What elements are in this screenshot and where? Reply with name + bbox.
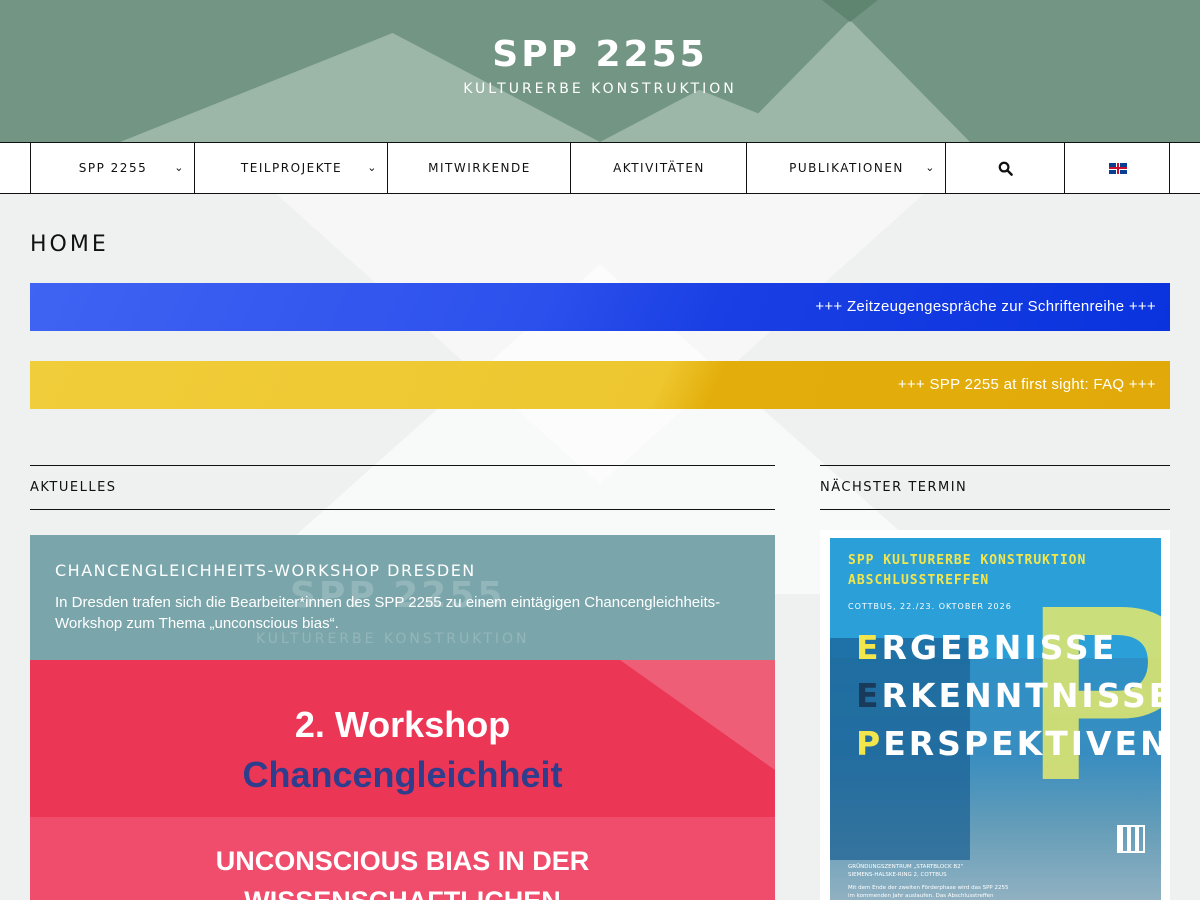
banner-text: +++ Zeitzeugengespräche zur Schriftenrei… <box>815 298 1156 315</box>
section-heading-naechster-termin: NÄCHSTER TERMIN <box>820 465 1170 510</box>
poster-date: COTTBUS, 22./23. OKTOBER 2026 <box>848 602 1012 611</box>
nav-label: PUBLIKATIONEN <box>789 161 904 175</box>
poster-word: ERGEBNISSE <box>856 628 1118 667</box>
logo-title: SPP 2255 <box>492 34 708 75</box>
nav-item-aktivitaeten[interactable]: AKTIVITÄTEN <box>570 143 747 193</box>
poster-line: SPP KULTURERBE KONSTRUKTION <box>848 553 1087 568</box>
image-text-line: WISSENSCHAFTLICHEN <box>30 886 775 900</box>
news-excerpt: In Dresden trafen sich die Bearbeiter*in… <box>55 594 721 632</box>
nav-item-teilprojekte[interactable]: TEILPROJEKTE ⌄ <box>194 143 388 193</box>
news-image[interactable]: 2. Workshop Chancengleichheit UNCONSCIOU… <box>30 660 775 900</box>
image-text-line: UNCONSCIOUS BIAS IN DER <box>215 846 590 876</box>
nav-item-mitwirkende[interactable]: MITWIRKENDE <box>387 143 571 193</box>
page-title: HOME <box>30 232 109 257</box>
image-text-line: Chancengleichheit <box>242 754 563 795</box>
poster-image: P SPP KULTURERBE KONSTRUKTION ABSCHLUSST… <box>830 538 1161 900</box>
section-heading-aktuelles: AKTUELLES <box>30 465 775 510</box>
banner-faq[interactable]: +++ SPP 2255 at first sight: FAQ +++ <box>30 361 1170 409</box>
main-navigation: SPP 2255 ⌄ TEILPROJEKTE ⌄ MITWIRKENDE AK… <box>0 142 1200 194</box>
poster-venue: GRÜNDUNGSZENTRUM „STARTBLOCK B2“ <box>848 864 964 870</box>
site-logo[interactable]: SPP 2255 KULTURERBE KONSTRUKTION <box>0 34 1200 97</box>
nav-label: TEILPROJEKTE <box>240 161 343 175</box>
news-caption: SPP 2255 KULTURERBE KONSTRUKTION CHANCEN… <box>30 535 775 660</box>
nav-label: MITWIRKENDE <box>428 161 531 175</box>
poster-footer: im kommenden Jahr auslaufen. Das Abschlu… <box>848 893 994 899</box>
chevron-down-icon: ⌄ <box>174 161 185 174</box>
chevron-down-icon: ⌄ <box>367 161 378 174</box>
poster-word: PERSPEKTIVEN <box>856 724 1161 763</box>
news-title[interactable]: CHANCENGLEICHHEITS-WORKSHOP DRESDEN <box>55 561 476 580</box>
poster-word: ERKENNTNISSE <box>856 676 1161 715</box>
logo-subtitle: KULTURERBE KONSTRUKTION <box>463 81 737 97</box>
nav-end-divider <box>1169 143 1200 193</box>
event-poster[interactable]: P SPP KULTURERBE KONSTRUKTION ABSCHLUSST… <box>820 530 1170 900</box>
nav-item-spp2255[interactable]: SPP 2255 ⌄ <box>30 143 195 193</box>
nav-item-publikationen[interactable]: PUBLIKATIONEN ⌄ <box>746 143 946 193</box>
poster-line: ABSCHLUSSTREFFEN <box>848 573 990 588</box>
news-card[interactable]: 2. Workshop Chancengleichheit UNCONSCIOU… <box>30 535 775 900</box>
nav-label: AKTIVITÄTEN <box>613 161 705 175</box>
search-button[interactable] <box>945 143 1065 193</box>
chevron-down-icon: ⌄ <box>925 161 936 174</box>
uk-flag-icon <box>1108 162 1127 174</box>
banner-text: +++ SPP 2255 at first sight: FAQ +++ <box>897 376 1156 393</box>
poster-footer: Mit dem Ende der zweiten Förderphase wir… <box>848 885 1009 891</box>
qr-code-icon <box>1117 825 1145 853</box>
banner-zeitzeugengespraeche[interactable]: +++ Zeitzeugengespräche zur Schriftenrei… <box>30 283 1170 331</box>
poster-venue: SIEMENS-HALSKE-RING 2, COTTBUS <box>848 872 947 878</box>
nav-label: SPP 2255 <box>78 161 148 175</box>
site-header: SPP 2255 KULTURERBE KONSTRUKTION <box>0 0 1200 142</box>
language-switch-english[interactable] <box>1064 143 1170 193</box>
search-icon <box>998 161 1013 176</box>
image-text-line: 2. Workshop <box>294 704 511 745</box>
